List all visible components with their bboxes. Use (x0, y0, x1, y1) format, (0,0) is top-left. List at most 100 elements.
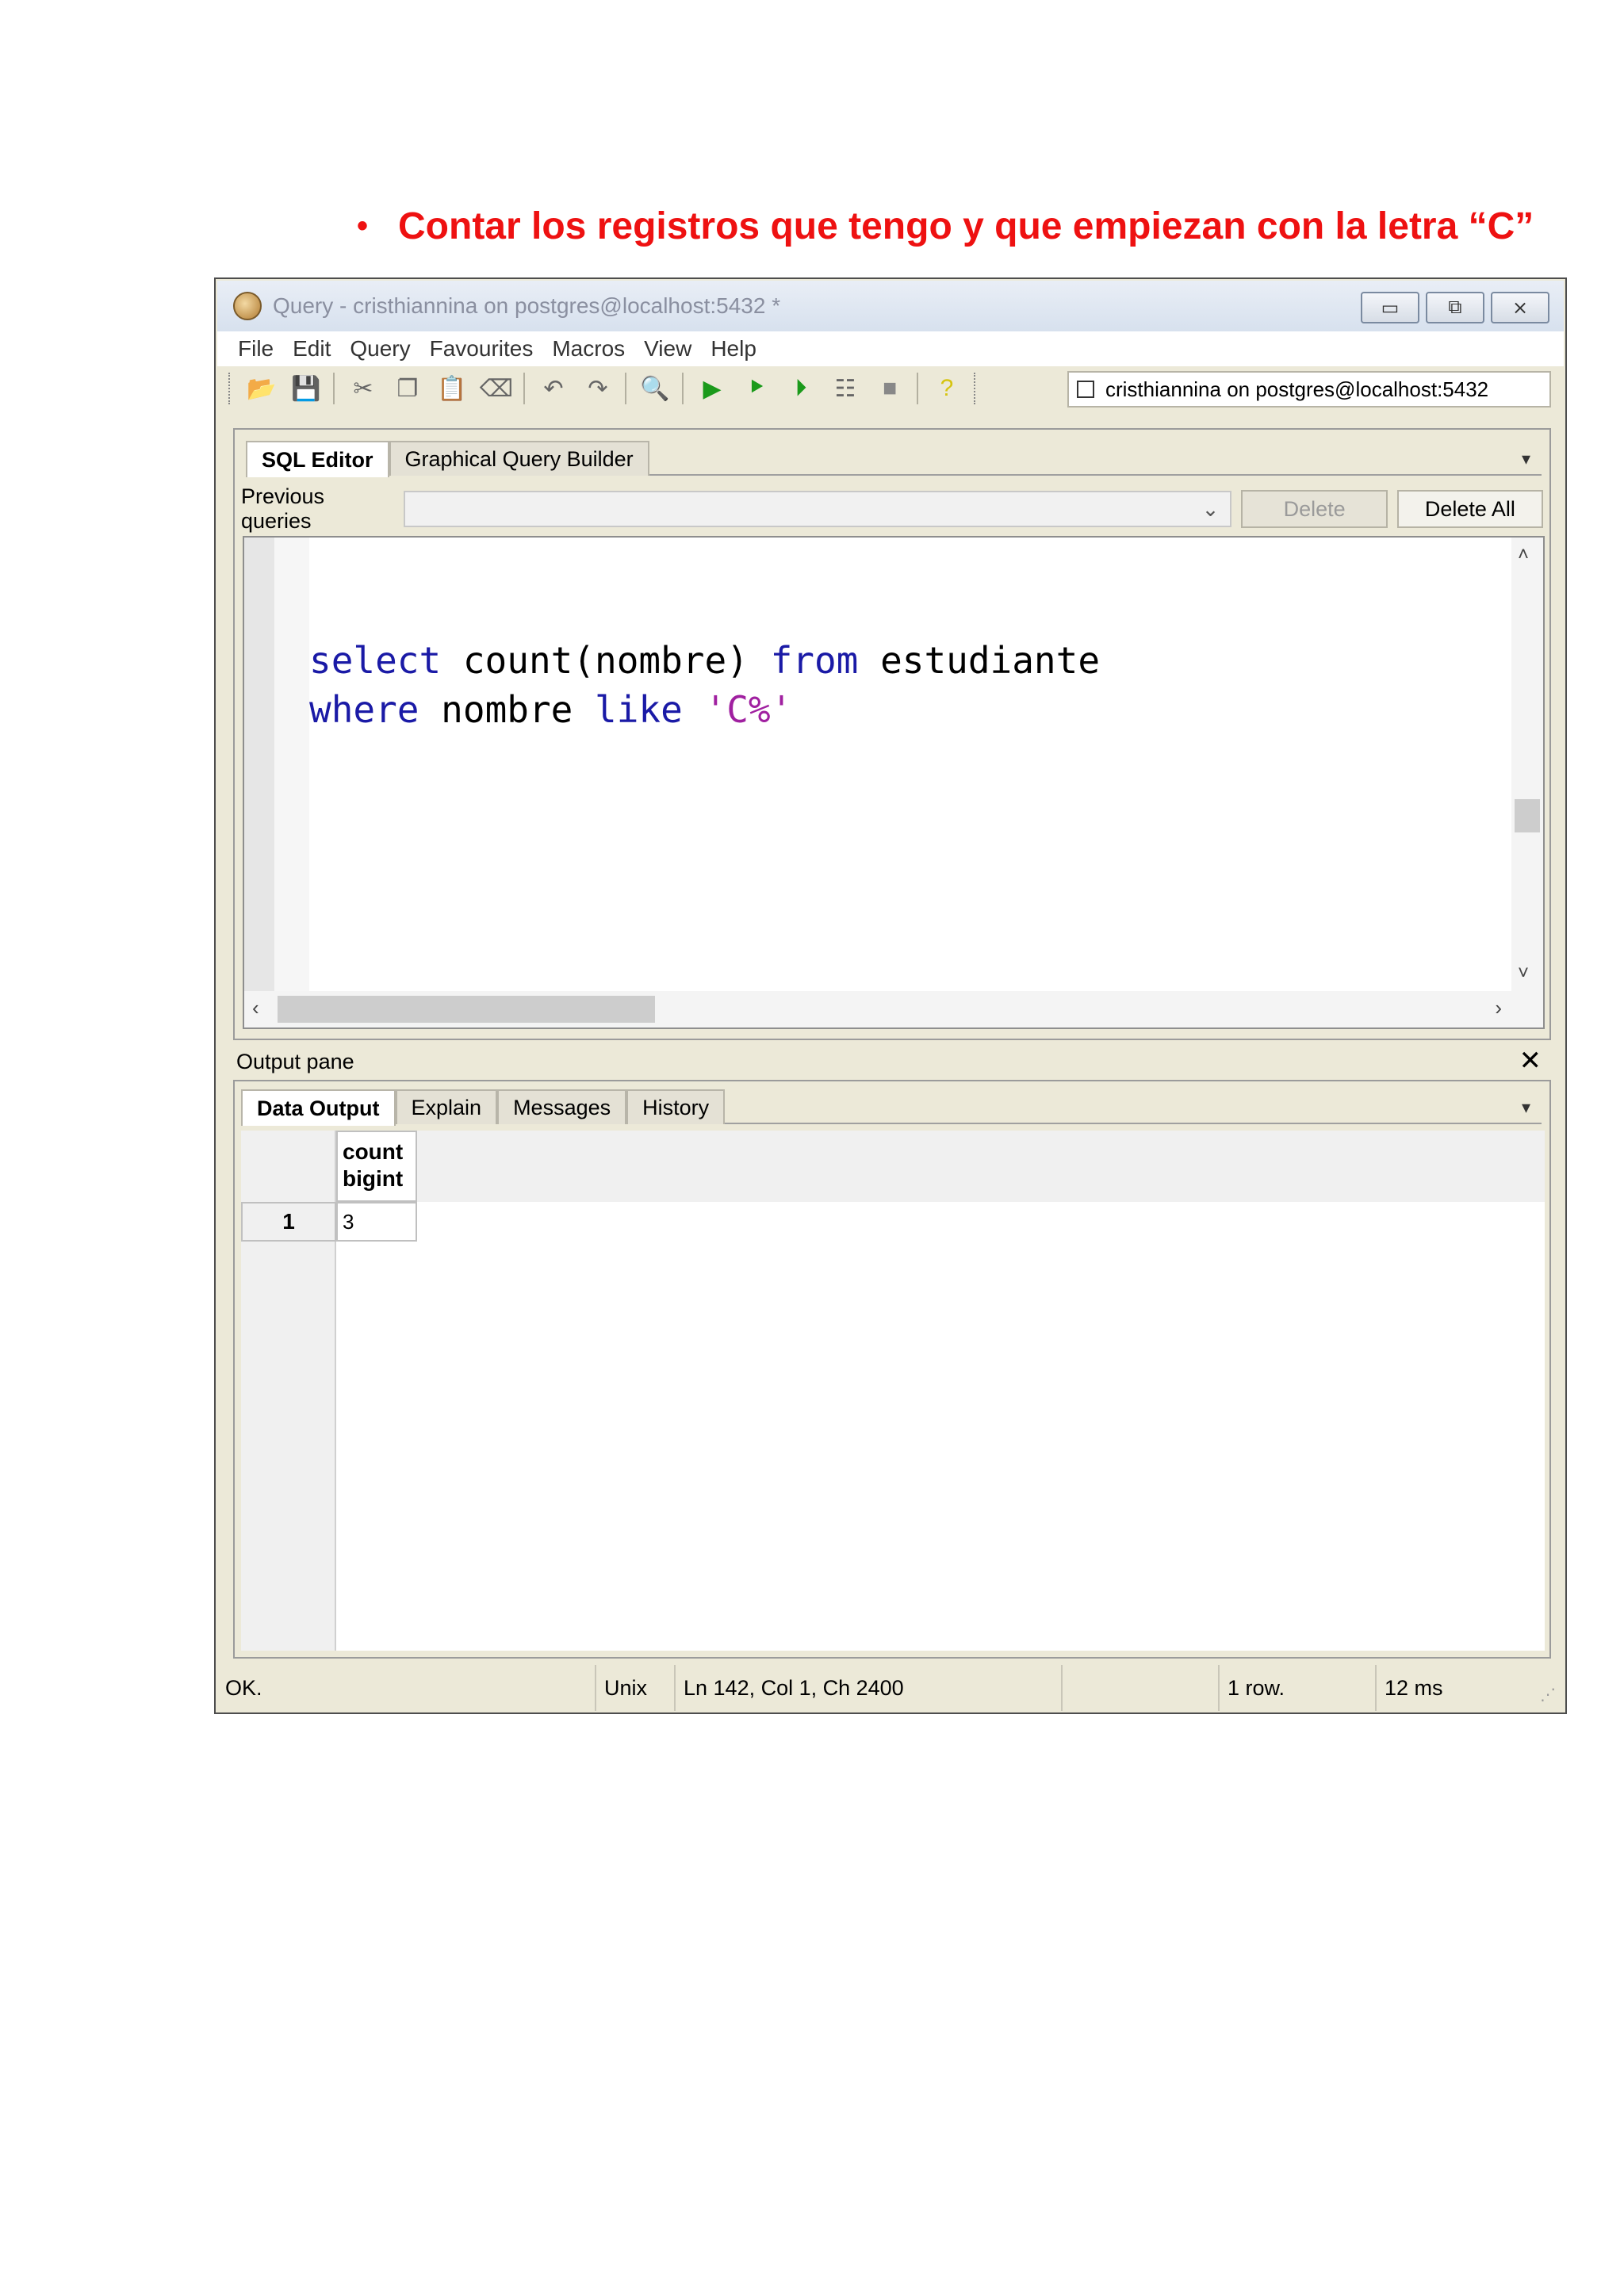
status-line-endings: Unix (596, 1665, 676, 1711)
minimize-button[interactable]: ▭ (1361, 292, 1419, 323)
toolbar-separator (682, 373, 684, 404)
sql-code[interactable]: select count(nombre) from estudiante whe… (309, 636, 1100, 734)
delete-button[interactable]: Delete (1241, 490, 1388, 528)
tab-explain[interactable]: Explain (395, 1089, 498, 1124)
toolbar: 📂 💾 ✂ ❐ 📋 ⌫ ↶ ↷ 🔍 ▶ ⯈ ⏵ ☷ ■ ? cristhiann… (217, 366, 1564, 411)
column-type: bigint (343, 1166, 404, 1191)
toolbar-separator (917, 373, 918, 404)
keyword-from: from (770, 639, 859, 682)
explain-icon[interactable]: ⯈ (741, 373, 772, 404)
previous-queries-row: Previous queries ⌄ Delete Delete All (241, 484, 1543, 533)
window-controls: ▭ ⧉ ⨯ (1354, 292, 1549, 323)
previous-queries-label: Previous queries (241, 484, 325, 533)
horizontal-scroll-thumb[interactable] (278, 996, 655, 1023)
heading-text: Contar los registros que tengo y que emp… (398, 205, 1534, 247)
previous-queries-select[interactable]: ⌄ (404, 491, 1232, 527)
status-exec-time: 12 ms (1385, 1675, 1443, 1700)
string-literal: 'C%' (704, 688, 793, 731)
find-icon[interactable]: 🔍 (639, 373, 671, 404)
save-icon[interactable]: 💾 (290, 373, 322, 404)
connection-label: cristhiannina on postgres@localhost:5432 (1105, 377, 1489, 401)
keyword-like: like (595, 688, 683, 731)
tab-data-output[interactable]: Data Output (241, 1089, 396, 1126)
row-number[interactable]: 1 (241, 1202, 336, 1242)
data-output-grid: count bigint 1 3 (241, 1131, 1545, 1651)
column-name: count (343, 1139, 404, 1164)
close-output-icon[interactable]: ✕ (1519, 1045, 1542, 1077)
status-cursor-position: Ln 142, Col 1, Ch 2400 (676, 1665, 1063, 1711)
connection-checkbox[interactable] (1077, 381, 1094, 398)
code-text: count(nombre) (441, 639, 771, 682)
menu-query[interactable]: Query (350, 336, 410, 362)
copy-icon[interactable]: ❐ (392, 373, 423, 404)
toolbar-separator (523, 373, 525, 404)
output-pane: Data Output Explain Messages History ▾ c… (233, 1080, 1551, 1659)
menu-favourites[interactable]: Favourites (430, 336, 534, 362)
explain-analyze-icon[interactable]: ☷ (829, 373, 861, 404)
redo-icon[interactable]: ↷ (582, 373, 614, 404)
menu-edit[interactable]: Edit (293, 336, 331, 362)
tab-messages[interactable]: Messages (497, 1089, 627, 1124)
bullet: • (357, 208, 369, 243)
eraser-icon[interactable]: ⌫ (480, 373, 513, 404)
toolbar-grip[interactable] (228, 373, 233, 404)
window-title: Query - cristhiannina on postgres@localh… (273, 293, 781, 318)
table-cell[interactable]: 3 (336, 1202, 417, 1242)
cut-icon[interactable]: ✂ (347, 373, 379, 404)
toolbar-grip[interactable] (974, 373, 979, 404)
paste-icon[interactable]: 📋 (436, 373, 468, 404)
resize-grip-icon[interactable]: ⋰ (1540, 1685, 1556, 1705)
grid-header-band (241, 1131, 1545, 1202)
vertical-scroll-thumb[interactable] (1515, 799, 1540, 832)
close-button[interactable]: ⨯ (1491, 292, 1549, 323)
chevron-down-icon[interactable]: ⌄ (1202, 497, 1220, 522)
output-tabs: Data Output Explain Messages History ▾ (241, 1089, 1542, 1126)
tab-sql-editor[interactable]: SQL Editor (246, 441, 389, 477)
maximize-button[interactable]: ⧉ (1426, 292, 1484, 323)
tab-menu-arrow-icon[interactable]: ▾ (1522, 1097, 1530, 1118)
column-header-count[interactable]: count bigint (336, 1131, 417, 1202)
folder-open-icon[interactable]: 📂 (246, 373, 278, 404)
toolbar-separator (333, 373, 335, 404)
horizontal-scrollbar[interactable]: ‹ › (244, 991, 1543, 1027)
scroll-down-icon[interactable]: ˅ (1518, 962, 1529, 985)
title-bar[interactable]: Query - cristhiannina on postgres@localh… (217, 281, 1564, 331)
output-pane-title: Output pane (236, 1049, 354, 1073)
code-text: nombre (419, 688, 596, 731)
menu-bar: File Edit Query Favourites Macros View H… (217, 331, 1564, 366)
menu-help[interactable]: Help (710, 336, 756, 362)
execute-to-file-icon[interactable]: ⏵ (785, 373, 817, 404)
code-text: estudiante (858, 639, 1101, 682)
query-window: Query - cristhiannina on postgres@localh… (214, 277, 1567, 1714)
scroll-right-icon[interactable]: › (1495, 996, 1502, 1020)
fold-margin (274, 538, 309, 991)
heading: • Contar los registros que tengo y que e… (357, 198, 1594, 254)
keyword-select: select (309, 639, 442, 682)
line-number-gutter (244, 538, 274, 991)
menu-view[interactable]: View (644, 336, 691, 362)
scroll-left-icon[interactable]: ‹ (252, 996, 259, 1020)
editor-pane: SQL Editor Graphical Query Builder ▾ Pre… (233, 428, 1551, 1040)
status-row-count: 1 row. (1218, 1665, 1377, 1711)
tab-menu-arrow-icon[interactable]: ▾ (1522, 449, 1530, 469)
sql-editor[interactable]: select count(nombre) from estudiante whe… (243, 536, 1545, 1029)
tab-graphical-query-builder[interactable]: Graphical Query Builder (389, 441, 649, 476)
elephant-icon (233, 292, 262, 320)
stop-icon[interactable]: ■ (874, 373, 906, 404)
vertical-scrollbar[interactable]: ˄ ˅ (1511, 538, 1543, 991)
toolbar-separator (625, 373, 626, 404)
tab-history[interactable]: History (626, 1089, 726, 1124)
menu-file[interactable]: File (238, 336, 274, 362)
connection-selector[interactable]: cristhiannina on postgres@localhost:5432 (1067, 371, 1551, 408)
keyword-where: where (309, 688, 419, 731)
undo-icon[interactable]: ↶ (538, 373, 569, 404)
delete-all-button[interactable]: Delete All (1396, 490, 1543, 528)
output-pane-header: Output pane ✕ (233, 1043, 1551, 1080)
execute-icon[interactable]: ▶ (696, 373, 728, 404)
help-icon[interactable]: ? (931, 373, 963, 404)
menu-macros[interactable]: Macros (552, 336, 625, 362)
scroll-up-icon[interactable]: ˄ (1518, 544, 1529, 566)
status-bar: OK. Unix Ln 142, Col 1, Ch 2400 1 row. 1… (217, 1665, 1564, 1711)
status-state: OK. (217, 1665, 596, 1711)
